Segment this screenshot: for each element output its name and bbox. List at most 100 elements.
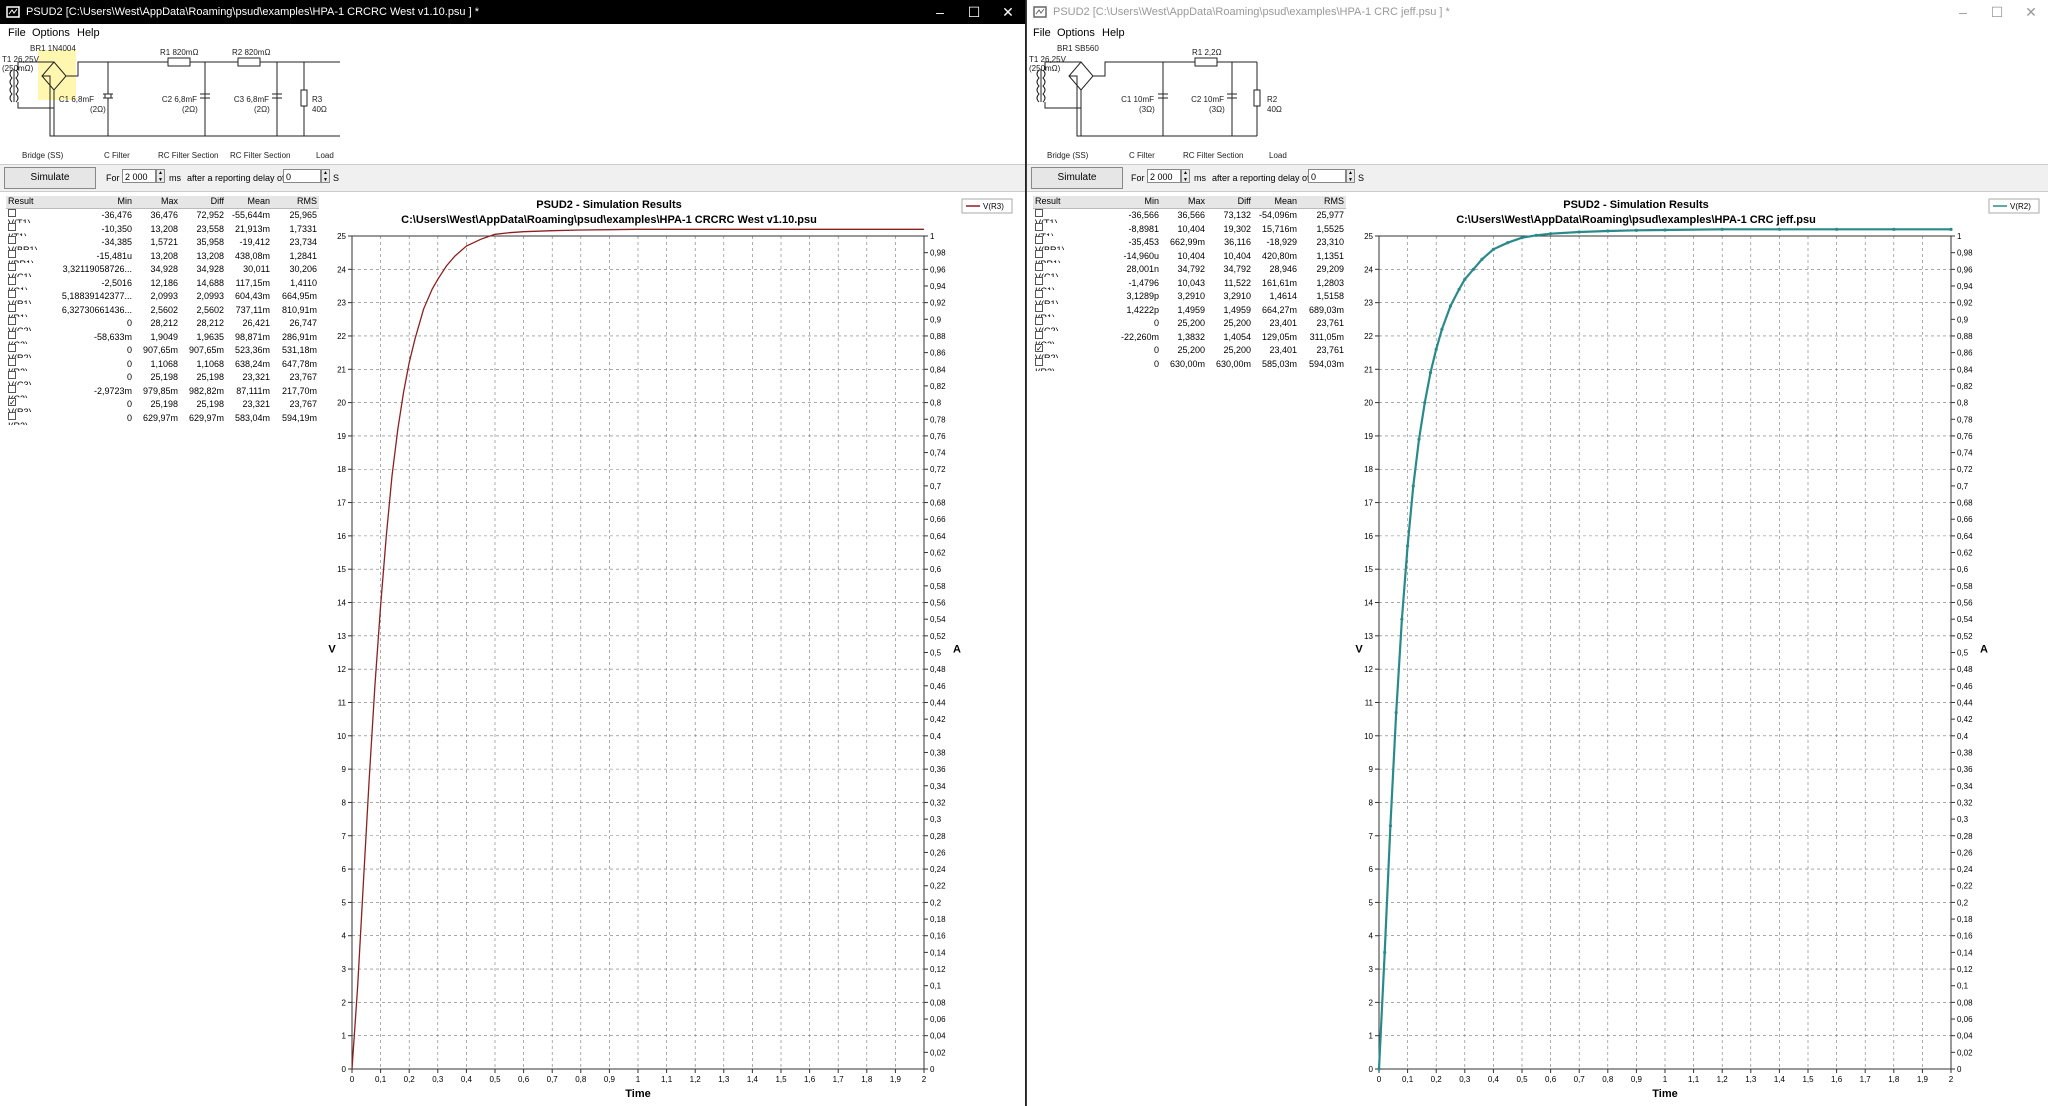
table-row[interactable]: V(T1) -36,476 36,476 72,952 -55,644m 25,965 [6,209,319,223]
menu-file[interactable]: File [8,27,26,39]
duration-spinner[interactable]: ▲ ▼ [156,169,165,183]
duration-spinner[interactable]: ▲ ▼ [1181,169,1190,183]
header-mean[interactable]: Mean [226,196,272,208]
plot-checkbox[interactable] [8,222,16,231]
duration-input[interactable]: 2 000 [1147,169,1181,183]
table-row[interactable]: I(BR1) -15,481u 13,208 13,208 438,08m 1,2841 [6,249,319,263]
close-icon[interactable]: ✕ [2014,0,2048,24]
plot-checkbox[interactable] [1035,249,1043,258]
plot-checkbox[interactable] [8,276,16,285]
table-row[interactable]: V(C2) 0 25,200 25,200 23,401 23,761 [1033,317,1346,331]
table-row[interactable]: I(R3) 0 629,97m 629,97m 583,04m 594,19m [6,411,319,425]
minimize-icon[interactable]: – [1946,0,1980,24]
header-min[interactable]: Min [1083,196,1161,208]
plot-checkbox[interactable] [8,357,16,366]
table-row[interactable]: V(C1) 3,32119058726... 34,928 34,928 30,011 3… [6,263,319,277]
table-row[interactable]: V(R2) 0 907,65m 907,65m 523,36m 531,18m [6,344,319,358]
table-row[interactable]: I(C2) -22,260m 1,3832 1,4054 129,05m 311,05m [1033,330,1346,344]
header-max[interactable]: Max [134,196,180,208]
table-row[interactable]: V(BR1) -34,385 1,5721 35,958 -19,412 23,734 [6,236,319,250]
table-row[interactable]: V(C1) 28,001n 34,792 34,792 28,946 29,209 [1033,263,1346,277]
maximize-icon[interactable]: ☐ [957,0,991,24]
table-row[interactable]: V(T1) -36,566 36,566 73,132 -54,096m 25,977 [1033,209,1346,223]
table-row[interactable]: I(BR1) -14,960u 10,404 10,404 420,80m 1,1351 [1033,249,1346,263]
simulate-button[interactable]: Simulate [4,167,96,189]
table-row[interactable]: I(R2) 0 1,1068 1,1068 638,24m 647,78m [6,357,319,371]
table-row[interactable]: V(R1) 5,18839142377... 2,0993 2,0993 604,43m… [6,290,319,304]
x-tick-label: 0,7 [1574,1075,1586,1084]
table-row[interactable]: I(T1) -8,8981 10,404 19,302 15,716m 1,5525 [1033,222,1346,236]
duration-input[interactable]: 2 000 [122,169,156,183]
plot-checkbox[interactable] [8,236,16,244]
circuit-schematic[interactable]: T1 26,25V (250mΩ) BR1 SB560 R1 2,2Ω C1 1… [1027,42,1367,162]
table-row[interactable]: I(C2) -58,633m 1,9049 1,9635 98,871m 286,91m [6,330,319,344]
header-result[interactable]: Result [6,196,56,208]
table-row[interactable]: ✓V(R2) 0 25,200 25,200 23,401 23,761 [1033,344,1346,358]
plot-checkbox[interactable] [8,344,16,352]
header-result[interactable]: Result [1033,196,1083,208]
rms-cell: 689,03m [1308,304,1344,315]
simulate-button[interactable]: Simulate [1031,167,1123,189]
table-row[interactable]: I(R1) 1,4222p 1,4959 1,4959 664,27m 689,03m [1033,303,1346,317]
plot-checkbox[interactable] [8,411,16,420]
table-row[interactable]: V(C3) 0 25,198 25,198 23,321 23,767 [6,371,319,385]
header-rms[interactable]: RMS [1299,196,1346,208]
plot-checkbox[interactable] [1035,290,1043,298]
close-icon[interactable]: ✕ [991,0,1025,24]
header-diff[interactable]: Diff [1207,196,1253,208]
delay-spinner[interactable]: ▲ ▼ [1346,169,1355,183]
menu-options[interactable]: Options [1057,27,1095,39]
maximize-icon[interactable]: ☐ [1980,0,2014,24]
plot-checkbox[interactable] [8,330,16,339]
table-row[interactable]: I(C1) -1,4796 10,043 11,522 161,61m 1,2803 [1033,276,1346,290]
title-bar[interactable]: PSUD2 [C:\Users\West\AppData\Roaming\psu… [1027,0,2048,24]
max-cell: 1,3832 [1177,331,1205,342]
plot-checkbox[interactable] [1035,317,1043,325]
header-diff[interactable]: Diff [180,196,226,208]
table-row[interactable]: I(R2) 0 630,00m 630,00m 585,03m 594,03m [1033,357,1346,371]
plot-checkbox[interactable] [8,371,16,379]
minimize-icon[interactable]: – [923,0,957,24]
plot-checkbox[interactable] [1035,330,1043,339]
delay-spinner[interactable]: ▲ ▼ [321,169,330,183]
title-bar[interactable]: PSUD2 [C:\Users\West\AppData\Roaming\psu… [0,0,1025,24]
plot-checkbox[interactable] [1035,303,1043,312]
plot-checkbox[interactable] [8,249,16,258]
table-row[interactable]: I(T1) -10,350 13,208 23,558 21,913m 1,7331 [6,222,319,236]
delay-input[interactable]: 0 [283,169,321,183]
delay-input[interactable]: 0 [1308,169,1346,183]
plot-checkbox[interactable]: ✓ [1035,344,1043,352]
max-cell: 1,9049 [150,331,178,342]
plot-checkbox[interactable] [1035,263,1043,271]
plot-checkbox[interactable] [8,384,16,393]
header-max[interactable]: Max [1161,196,1207,208]
table-row[interactable]: V(C2) 0 28,212 28,212 26,421 26,747 [6,317,319,331]
result-cell: I(T1) [1033,222,1083,236]
table-row[interactable]: ✓V(R3) 0 25,198 25,198 23,321 23,767 [6,398,319,412]
plot-checkbox[interactable]: ✓ [8,398,16,406]
header-rms[interactable]: RMS [272,196,319,208]
plot-checkbox[interactable] [8,263,16,271]
circuit-schematic[interactable]: T1 26,25V (250mΩ) BR1 1N4004 R1 820mΩ R2… [0,42,340,162]
header-mean[interactable]: Mean [1253,196,1299,208]
table-row[interactable]: V(BR1) -35,453 662,99m 36,116 -18,929 23,310 [1033,236,1346,250]
table-row[interactable]: I(C3) -2,9723m 979,85m 982,82m 87,111m 217,70… [6,384,319,398]
menu-options[interactable]: Options [32,27,70,39]
table-row[interactable]: V(R1) 3,1289p 3,2910 3,2910 1,4614 1,5158 [1033,290,1346,304]
plot-checkbox[interactable] [8,317,16,325]
table-row[interactable]: I(R1) 6,32730661436... 2,5602 2,5602 737,11m… [6,303,319,317]
menu-help[interactable]: Help [77,27,100,39]
menu-help[interactable]: Help [1102,27,1125,39]
header-min[interactable]: Min [56,196,134,208]
table-row[interactable]: I(C1) -2,5016 12,186 14,688 117,15m 1,4110 [6,276,319,290]
plot-checkbox[interactable] [1035,222,1043,231]
plot-checkbox[interactable] [1035,276,1043,285]
result-cell: ✓V(R2) [1033,344,1083,358]
menu-file[interactable]: File [1033,27,1051,39]
plot-checkbox[interactable] [1035,209,1043,217]
plot-checkbox[interactable] [8,209,16,217]
plot-checkbox[interactable] [8,303,16,312]
plot-checkbox[interactable] [1035,236,1043,244]
plot-checkbox[interactable] [8,290,16,298]
plot-checkbox[interactable] [1035,357,1043,366]
